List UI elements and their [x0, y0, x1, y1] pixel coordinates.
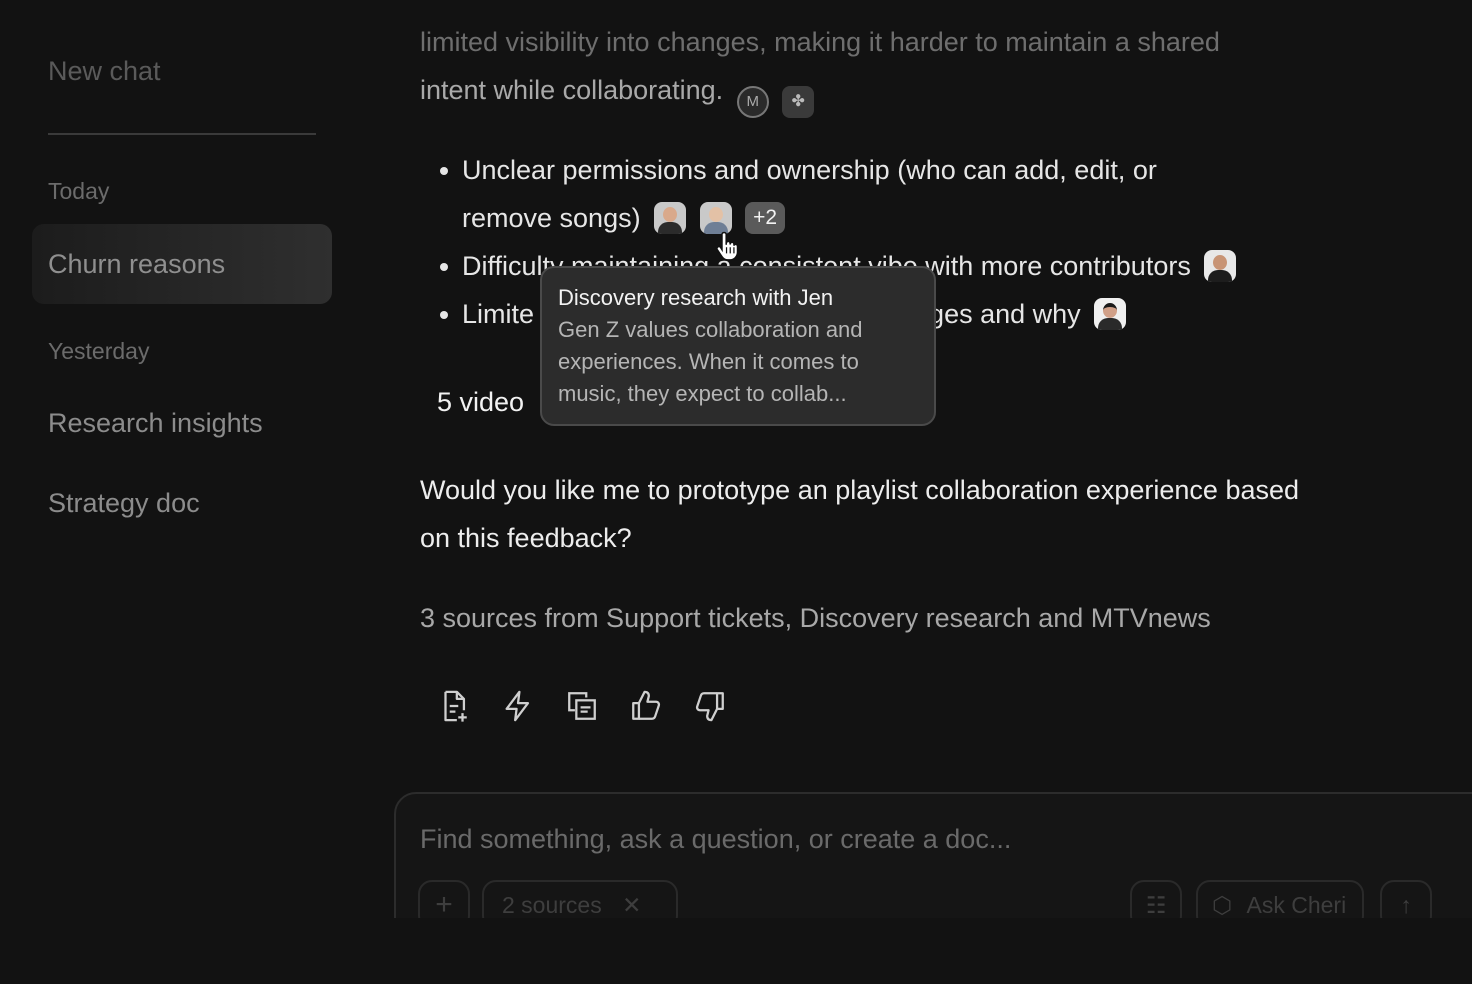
bullet-1-line-1: Unclear permissions and ownership (who c… [462, 155, 1157, 185]
arrow-up-icon: ↑ [1400, 892, 1412, 918]
source-tooltip: Discovery research with Jen Gen Z values… [540, 266, 936, 426]
create-doc-button[interactable] [436, 686, 472, 726]
bullet-3-end: nges and why [914, 299, 1081, 329]
more-avatars-badge[interactable]: +2 [745, 202, 786, 234]
thumbs-up-icon [632, 690, 661, 720]
tooltip-title: Discovery research with Jen [558, 285, 834, 310]
assistant-question: Would you like me to prototype an playli… [420, 475, 1300, 553]
assistant-icon: ⬡ [1212, 892, 1233, 918]
plus-icon: + [435, 888, 453, 921]
bullet-3-start: Limite [462, 299, 535, 329]
quick-action-button[interactable] [500, 686, 536, 726]
thumbs-down-button[interactable] [692, 686, 728, 726]
bullet-1-line-2: remove songs) [462, 203, 641, 233]
file-add-icon [444, 690, 467, 722]
app-root: New chat Today Churn reasons Yesterday R… [0, 0, 1472, 984]
m-logo-icon[interactable]: M [736, 86, 769, 118]
tooltip-body: Gen Z values collaboration and experienc… [558, 317, 863, 406]
ask-button-label: Ask Cheri [1246, 892, 1347, 918]
copy-button[interactable] [564, 686, 600, 726]
sources-chip-label: 2 sources [502, 892, 602, 918]
intro-line-1: limited visibility into changes, making … [420, 27, 1220, 57]
list-item: Unclear permissions and ownership (who c… [440, 146, 1422, 242]
thumbs-down-icon [695, 692, 724, 722]
sliders-icon: ☷ [1145, 892, 1167, 918]
thumbs-up-button[interactable] [628, 686, 664, 726]
video-line: 5 video [437, 387, 525, 417]
copy-icon [568, 692, 596, 720]
close-icon[interactable]: ✕ [622, 892, 641, 918]
message-actions [436, 686, 728, 726]
avatar[interactable] [654, 202, 687, 234]
avatar[interactable] [1094, 298, 1127, 330]
hand-cursor-icon [716, 231, 739, 261]
lightning-icon [505, 690, 530, 722]
figma-like-logo-icon[interactable]: ✤ [782, 86, 815, 118]
avatar[interactable] [1204, 250, 1237, 282]
bottom-fade [0, 918, 1472, 984]
intro-line-2: intent while collaborating. M ✤ [420, 66, 815, 118]
intro-line-2-text: intent while collaborating. [420, 75, 724, 105]
composer-input[interactable] [420, 824, 1320, 855]
sources-summary-link[interactable]: 3 sources from Support tickets, Discover… [420, 594, 1211, 642]
